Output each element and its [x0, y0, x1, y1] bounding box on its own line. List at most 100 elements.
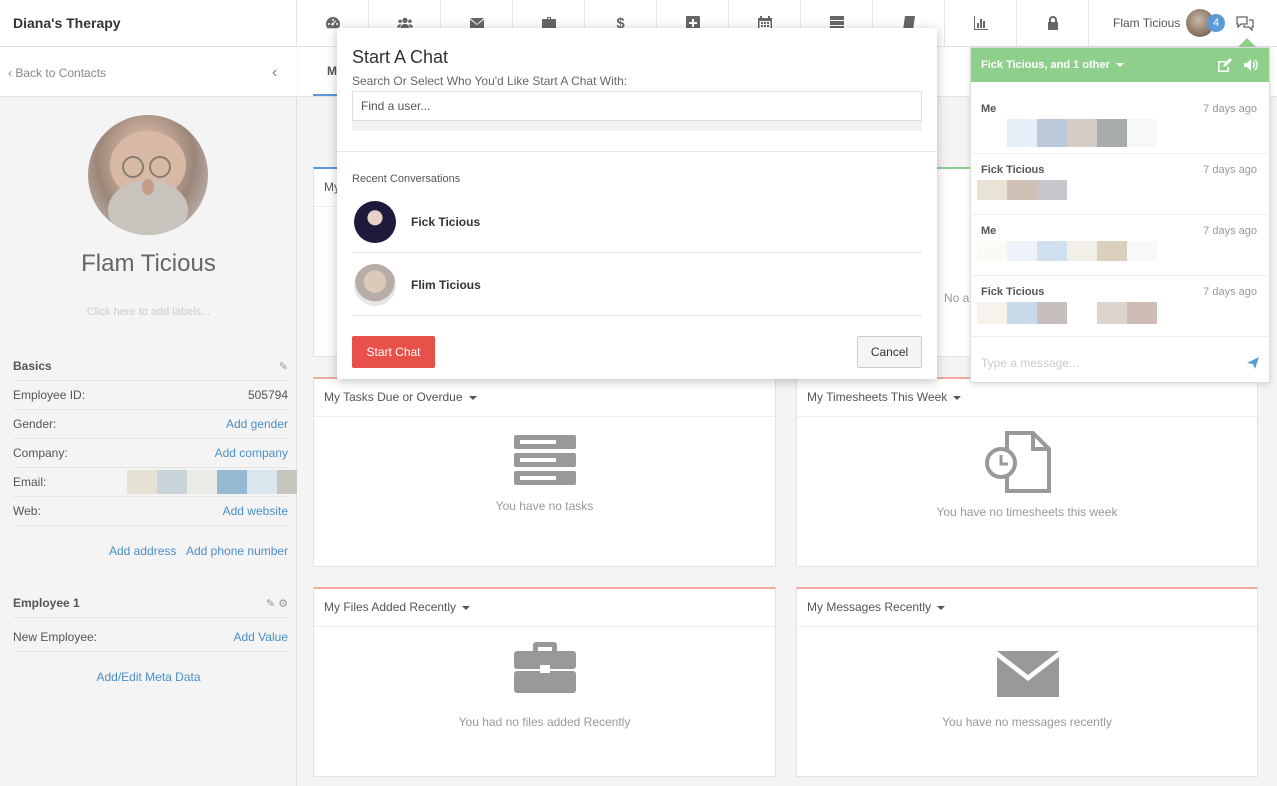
- new-employee-row: New Employee: Add Value: [13, 623, 288, 652]
- files-empty-text: You had no files added Recently: [458, 715, 631, 729]
- app-brand[interactable]: Diana's Therapy: [0, 0, 297, 47]
- start-chat-button[interactable]: Start Chat: [352, 336, 435, 368]
- new-employee-label: New Employee:: [13, 630, 98, 644]
- compose-icon[interactable]: [1217, 48, 1233, 82]
- message-time: 7 days ago: [1203, 164, 1257, 176]
- tasks-empty-text: You have no tasks: [495, 499, 594, 513]
- email-label: Email:: [13, 475, 47, 489]
- server-list-icon: [514, 435, 576, 488]
- employee-id-row: Employee ID: 505794: [13, 381, 288, 410]
- files-card-title: My Files Added Recently: [324, 600, 457, 614]
- basics-title: Basics: [13, 359, 52, 373]
- gender-row: Gender: Add gender: [13, 410, 288, 439]
- add-company-link[interactable]: Add company: [215, 446, 288, 460]
- chat-message: Me 7 days ago: [971, 215, 1269, 276]
- timesheets-card-header[interactable]: My Timesheets This Week: [797, 379, 1257, 417]
- employee-id-value: 505794: [247, 388, 288, 402]
- company-row: Company: Add company: [13, 439, 288, 468]
- chat-panel-arrow: [1238, 38, 1256, 47]
- profile-photo[interactable]: [88, 115, 208, 235]
- add-phone-link[interactable]: Add phone number: [186, 544, 288, 558]
- message-text-redacted: [977, 241, 1157, 261]
- add-gender-link[interactable]: Add gender: [226, 417, 288, 431]
- caret-down-icon[interactable]: [1115, 63, 1124, 68]
- add-value-link[interactable]: Add Value: [234, 630, 289, 644]
- conversation-item[interactable]: Flim Ticious: [352, 254, 922, 316]
- recent-conversations-label: Recent Conversations: [352, 173, 461, 185]
- chat-bubbles-icon[interactable]: [1232, 12, 1258, 34]
- find-user-input[interactable]: [352, 91, 922, 121]
- cancel-button[interactable]: Cancel: [857, 336, 922, 368]
- message-text-redacted: [1007, 119, 1157, 147]
- caret-down-icon[interactable]: [937, 605, 946, 610]
- files-card-header[interactable]: My Files Added Recently: [314, 589, 775, 627]
- basics-header: Basics ✎: [13, 352, 288, 381]
- tasks-card-title: My Tasks Due or Overdue: [324, 390, 463, 404]
- add-website-link[interactable]: Add website: [223, 504, 288, 518]
- timesheets-card: My Timesheets This Week You have no time…: [796, 377, 1258, 567]
- edit-meta-data-link[interactable]: Add/Edit Meta Data: [0, 670, 297, 684]
- modal-divider: [337, 151, 937, 152]
- chat-message: Fick Ticious 7 days ago: [971, 276, 1269, 337]
- message-text-redacted: [977, 180, 1067, 200]
- modal-title: Start A Chat: [352, 47, 449, 67]
- messages-empty-text: You have no messages recently: [942, 715, 1112, 729]
- messages-card-header[interactable]: My Messages Recently: [797, 589, 1257, 627]
- caret-down-icon[interactable]: [953, 395, 962, 400]
- profile-name: Flam Ticious: [81, 250, 216, 277]
- tasks-card: My Tasks Due or Overdue You have no task…: [313, 377, 776, 567]
- web-row: Web: Add website: [13, 497, 288, 526]
- message-time: 7 days ago: [1203, 103, 1257, 115]
- caret-down-icon[interactable]: [468, 395, 477, 400]
- message-time: 7 days ago: [1203, 225, 1257, 237]
- modal-subtitle: Search Or Select Who You'd Like Start A …: [352, 74, 628, 88]
- collapse-panel-icon[interactable]: ‹: [272, 64, 277, 82]
- envelope-icon: [997, 651, 1059, 700]
- notification-badge[interactable]: 4: [1207, 14, 1225, 32]
- files-card: My Files Added Recently You had no files…: [313, 587, 776, 777]
- message-sender: Me: [981, 225, 997, 237]
- bar-chart-icon[interactable]: [945, 0, 1017, 46]
- company-label: Company:: [13, 446, 68, 460]
- chat-panel: Fick Ticious, and 1 other Me 7 days ago …: [970, 47, 1270, 383]
- start-chat-modal: Start A Chat Search Or Select Who You'd …: [337, 28, 937, 379]
- card-partial-right-text: No a: [944, 291, 970, 305]
- chat-message: Me 7 days ago: [971, 93, 1269, 154]
- conversation-name: Flim Ticious: [411, 277, 481, 292]
- caret-down-icon[interactable]: [462, 605, 471, 610]
- employee-title: Employee 1: [13, 596, 80, 610]
- message-input[interactable]: Type a message...: [981, 356, 1079, 370]
- chat-message: Fick Ticious 7 days ago: [971, 154, 1269, 215]
- chat-header-title[interactable]: Fick Ticious, and 1 other: [981, 59, 1110, 71]
- sound-icon[interactable]: [1243, 48, 1259, 82]
- chat-header[interactable]: Fick Ticious, and 1 other: [971, 48, 1269, 82]
- tasks-card-header[interactable]: My Tasks Due or Overdue: [314, 379, 775, 417]
- web-label: Web:: [13, 504, 41, 518]
- messages-card-title: My Messages Recently: [807, 600, 932, 614]
- lock-icon[interactable]: [1017, 0, 1089, 46]
- conversation-item[interactable]: Fick Ticious: [352, 191, 922, 253]
- employee-header: Employee 1 ✎ ⚙: [13, 589, 288, 618]
- user-name[interactable]: Flam Ticious: [1113, 0, 1180, 46]
- message-sender: Fick Ticious: [981, 164, 1045, 176]
- email-value-redacted[interactable]: [127, 470, 297, 494]
- message-time: 7 days ago: [1203, 286, 1257, 298]
- message-sender: Me: [981, 103, 997, 115]
- file-clock-icon: [985, 431, 1055, 496]
- employee-id-label: Employee ID:: [13, 388, 86, 402]
- send-icon[interactable]: [1246, 356, 1260, 373]
- message-text-redacted: [977, 302, 1157, 324]
- conversation-name: Fick Ticious: [411, 214, 481, 229]
- timesheets-empty-text: You have no timesheets this week: [936, 505, 1118, 519]
- add-labels-hint[interactable]: Click here to add labels...: [0, 306, 297, 318]
- add-address-link[interactable]: Add address: [109, 544, 176, 558]
- messages-card: My Messages Recently You have no message…: [796, 587, 1258, 777]
- email-row: Email:: [13, 468, 297, 497]
- timesheets-card-title: My Timesheets This Week: [807, 390, 948, 404]
- search-results-area: [352, 121, 922, 131]
- conversation-avatar: [354, 200, 396, 243]
- briefcase-icon: [514, 641, 576, 696]
- edit-settings-icons[interactable]: ✎ ⚙: [266, 597, 288, 610]
- pencil-icon[interactable]: ✎: [279, 360, 288, 373]
- back-to-contacts-link[interactable]: ‹ Back to Contacts: [8, 66, 106, 80]
